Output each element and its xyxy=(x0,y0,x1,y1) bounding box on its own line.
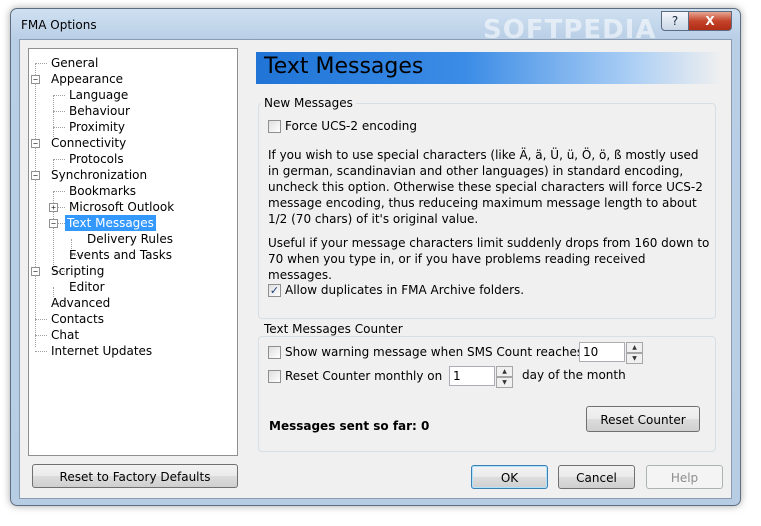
help-button[interactable]: Help xyxy=(646,465,723,489)
tree-item-contacts[interactable]: Contacts xyxy=(49,311,106,327)
tree-item-delivery-rules[interactable]: Delivery Rules xyxy=(85,231,175,247)
tree-line xyxy=(53,95,65,96)
collapse-scripting-icon[interactable]: − xyxy=(31,267,40,276)
counter-label: Text Messages Counter xyxy=(261,322,406,336)
tree-item-events-and-tasks[interactable]: Events and Tasks xyxy=(67,247,174,263)
messages-sent-count: Messages sent so far: 0 xyxy=(269,419,430,433)
warning-count-arrows[interactable]: ▲ ▼ xyxy=(626,342,643,364)
tree-item-synchronization[interactable]: Synchronization xyxy=(49,167,149,183)
stepper-down-icon[interactable]: ▼ xyxy=(626,353,643,364)
tree-item-connectivity[interactable]: Connectivity xyxy=(49,135,128,151)
collapse-appearance-icon[interactable]: − xyxy=(31,75,40,84)
reset-day-value[interactable]: 1 xyxy=(453,369,461,383)
show-warning-label[interactable]: Show warning message when SMS Count reac… xyxy=(285,345,583,359)
tree-item-proximity[interactable]: Proximity xyxy=(67,119,127,135)
warning-count-value[interactable]: 10 xyxy=(583,345,598,359)
tree-line xyxy=(35,319,47,320)
tree-item-microsoft-outlook[interactable]: Microsoft Outlook xyxy=(67,199,176,215)
options-tree[interactable]: − − − + − − General Appearance Language … xyxy=(28,48,238,456)
tree-line xyxy=(35,351,47,352)
reset-day-arrows[interactable]: ▲ ▼ xyxy=(496,366,513,388)
tree-item-editor[interactable]: Editor xyxy=(67,279,107,295)
tree-item-advanced[interactable]: Advanced xyxy=(49,295,112,311)
tree-line xyxy=(53,159,65,160)
client-area: − − − + − − General Appearance Language … xyxy=(19,39,732,499)
tree-item-text-messages[interactable]: Text Messages xyxy=(65,215,156,231)
tree-item-appearance[interactable]: Appearance xyxy=(49,71,125,87)
tree-line xyxy=(35,63,36,347)
tree-item-internet-updates[interactable]: Internet Updates xyxy=(49,343,154,359)
tree-item-general[interactable]: General xyxy=(49,55,100,71)
tree-line xyxy=(35,335,47,336)
tree-item-scripting[interactable]: Scripting xyxy=(49,263,106,279)
allow-duplicates-label[interactable]: Allow duplicates in FMA Archive folders. xyxy=(285,283,524,297)
show-warning-checkbox[interactable] xyxy=(268,346,281,359)
reset-day-stepper[interactable]: 1 ▲ ▼ xyxy=(449,366,513,388)
tree-item-language[interactable]: Language xyxy=(67,87,130,103)
tree-item-chat[interactable]: Chat xyxy=(49,327,81,343)
encoding-hint: Useful if your message characters limit … xyxy=(268,236,710,282)
tree-item-protocols[interactable]: Protocols xyxy=(67,151,126,167)
force-ucs2-label[interactable]: Force UCS-2 encoding xyxy=(285,119,417,133)
allow-duplicates-checkbox[interactable]: ✓ xyxy=(268,284,281,297)
tree-line xyxy=(53,191,65,192)
reset-factory-defaults-button[interactable]: Reset to Factory Defaults xyxy=(32,464,238,488)
tree-item-behaviour[interactable]: Behaviour xyxy=(67,103,132,119)
tree-item-bookmarks[interactable]: Bookmarks xyxy=(67,183,138,199)
page-header: Text Messages xyxy=(256,52,722,84)
help-caption-button[interactable]: ? xyxy=(661,11,689,31)
close-button[interactable]: X xyxy=(689,11,732,31)
options-window: FMA Options SOFTPEDIA ? X − − − + − − Ge… xyxy=(10,8,741,506)
collapse-connectivity-icon[interactable]: − xyxy=(31,139,40,148)
reset-monthly-label[interactable]: Reset Counter monthly on xyxy=(285,369,442,383)
collapse-text-messages-icon[interactable]: − xyxy=(49,219,58,228)
window-title: FMA Options xyxy=(21,18,97,32)
page-title: Text Messages xyxy=(264,54,424,79)
stepper-up-icon[interactable]: ▲ xyxy=(496,366,513,377)
ok-button[interactable]: OK xyxy=(471,465,548,489)
reset-counter-button[interactable]: Reset Counter xyxy=(586,406,700,432)
tree-line xyxy=(53,111,65,112)
tree-line xyxy=(35,63,47,64)
day-of-month-label: day of the month xyxy=(522,368,626,382)
reset-monthly-checkbox[interactable] xyxy=(268,370,281,383)
warning-count-stepper[interactable]: 10 ▲ ▼ xyxy=(579,342,643,364)
force-ucs2-checkbox[interactable] xyxy=(268,120,281,133)
stepper-down-icon[interactable]: ▼ xyxy=(496,377,513,388)
caption-buttons: ? X xyxy=(661,11,732,31)
tree-line xyxy=(53,127,65,128)
tree-line xyxy=(53,95,54,137)
new-messages-label: New Messages xyxy=(261,96,356,110)
stepper-up-icon[interactable]: ▲ xyxy=(626,342,643,353)
collapse-synchronization-icon[interactable]: − xyxy=(31,171,40,180)
encoding-description: If you wish to use special characters (l… xyxy=(268,148,703,226)
cancel-button[interactable]: Cancel xyxy=(558,465,635,489)
expand-outlook-icon[interactable]: + xyxy=(49,203,58,212)
